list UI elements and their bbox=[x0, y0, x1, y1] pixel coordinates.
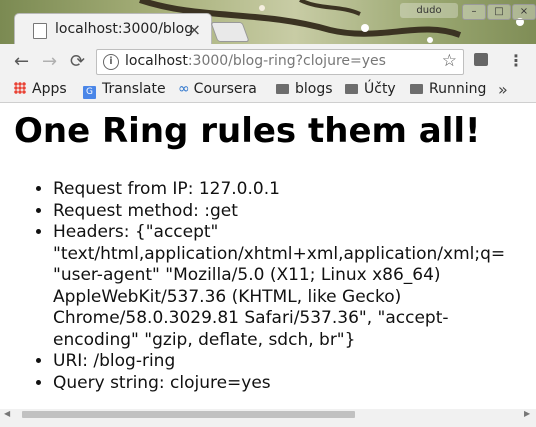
page-heading: One Ring rules them all! bbox=[14, 111, 481, 151]
bookmark-label: Running bbox=[429, 81, 487, 97]
window-titlebar: dudo – □ × localhost:3000/blog × bbox=[0, 0, 536, 45]
forward-button[interactable]: → bbox=[42, 51, 57, 72]
bookmark-translate[interactable]: G Translate bbox=[83, 81, 166, 99]
bookmark-label: Coursera bbox=[193, 81, 257, 97]
bookmark-label: Apps bbox=[32, 81, 67, 97]
bookmark-label: blogs bbox=[295, 81, 333, 97]
address-bar[interactable]: i localhost:3000/blog-ring?clojure=yes ☆ bbox=[96, 49, 464, 75]
tab-title: localhost:3000/blog bbox=[55, 21, 194, 37]
extension-icon[interactable] bbox=[474, 53, 488, 66]
close-window-button[interactable]: × bbox=[512, 4, 536, 20]
scrollbar-thumb[interactable] bbox=[22, 411, 355, 418]
coursera-icon: ∞ bbox=[178, 81, 190, 97]
bookmark-folder-ucty[interactable]: Účty bbox=[345, 81, 396, 97]
bookmark-folder-running[interactable]: Running bbox=[410, 81, 486, 97]
apps-grid-icon bbox=[14, 82, 26, 94]
minimize-button[interactable]: – bbox=[462, 4, 486, 20]
page-icon bbox=[33, 23, 47, 39]
list-item-uri: URI: /blog-ring bbox=[53, 351, 536, 373]
scroll-left-arrow-icon[interactable]: ◀ bbox=[4, 409, 10, 418]
reload-button[interactable]: ⟳ bbox=[70, 51, 85, 72]
bookmarks-bar: Apps G Translate ∞ Coursera blogs Účty Run… bbox=[0, 78, 536, 103]
scroll-right-arrow-icon[interactable]: ▶ bbox=[524, 409, 530, 418]
horizontal-scrollbar[interactable]: ◀ ▶ bbox=[0, 409, 536, 427]
bookmark-folder-blogs[interactable]: blogs bbox=[276, 81, 333, 97]
list-item-ip: Request from IP: 127.0.0.1 bbox=[53, 179, 536, 201]
url-path: :3000/blog-ring?clojure=yes bbox=[187, 53, 386, 69]
list-item-method: Request method: :get bbox=[53, 201, 536, 223]
new-tab-button[interactable] bbox=[210, 22, 250, 42]
page-content: One Ring rules them all! Request from IP… bbox=[0, 103, 536, 409]
profile-button[interactable]: dudo bbox=[400, 3, 458, 18]
bookmark-coursera[interactable]: ∞ Coursera bbox=[178, 81, 257, 97]
url-text[interactable]: localhost:3000/blog-ring?clojure=yes bbox=[125, 53, 386, 69]
list-item-headers: Headers: {"accept" "text/html,applicatio… bbox=[53, 222, 536, 351]
bookmark-apps[interactable]: Apps bbox=[14, 81, 67, 97]
url-host: localhost bbox=[125, 53, 188, 69]
tab-active[interactable]: localhost:3000/blog × bbox=[14, 13, 212, 45]
folder-icon bbox=[345, 84, 358, 94]
translate-icon: G bbox=[83, 86, 96, 99]
tab-close-icon[interactable]: × bbox=[188, 20, 201, 39]
bookmark-label: Účty bbox=[364, 81, 396, 97]
request-info-list: Request from IP: 127.0.0.1 Request metho… bbox=[14, 179, 536, 394]
maximize-button[interactable]: □ bbox=[487, 4, 511, 20]
bookmarks-overflow-chevron-icon[interactable]: » bbox=[498, 80, 508, 99]
bookmark-label: Translate bbox=[102, 81, 166, 97]
folder-icon bbox=[410, 84, 423, 94]
list-item-query: Query string: clojure=yes bbox=[53, 373, 536, 395]
menu-icon[interactable]: ⋮ bbox=[508, 51, 524, 70]
folder-icon bbox=[276, 84, 289, 94]
browser-toolbar: ← → ⟳ i localhost:3000/blog-ring?clojure… bbox=[0, 44, 536, 78]
back-button[interactable]: ← bbox=[14, 51, 29, 72]
info-icon[interactable]: i bbox=[103, 54, 119, 70]
bookmark-star-icon[interactable]: ☆ bbox=[442, 51, 457, 71]
